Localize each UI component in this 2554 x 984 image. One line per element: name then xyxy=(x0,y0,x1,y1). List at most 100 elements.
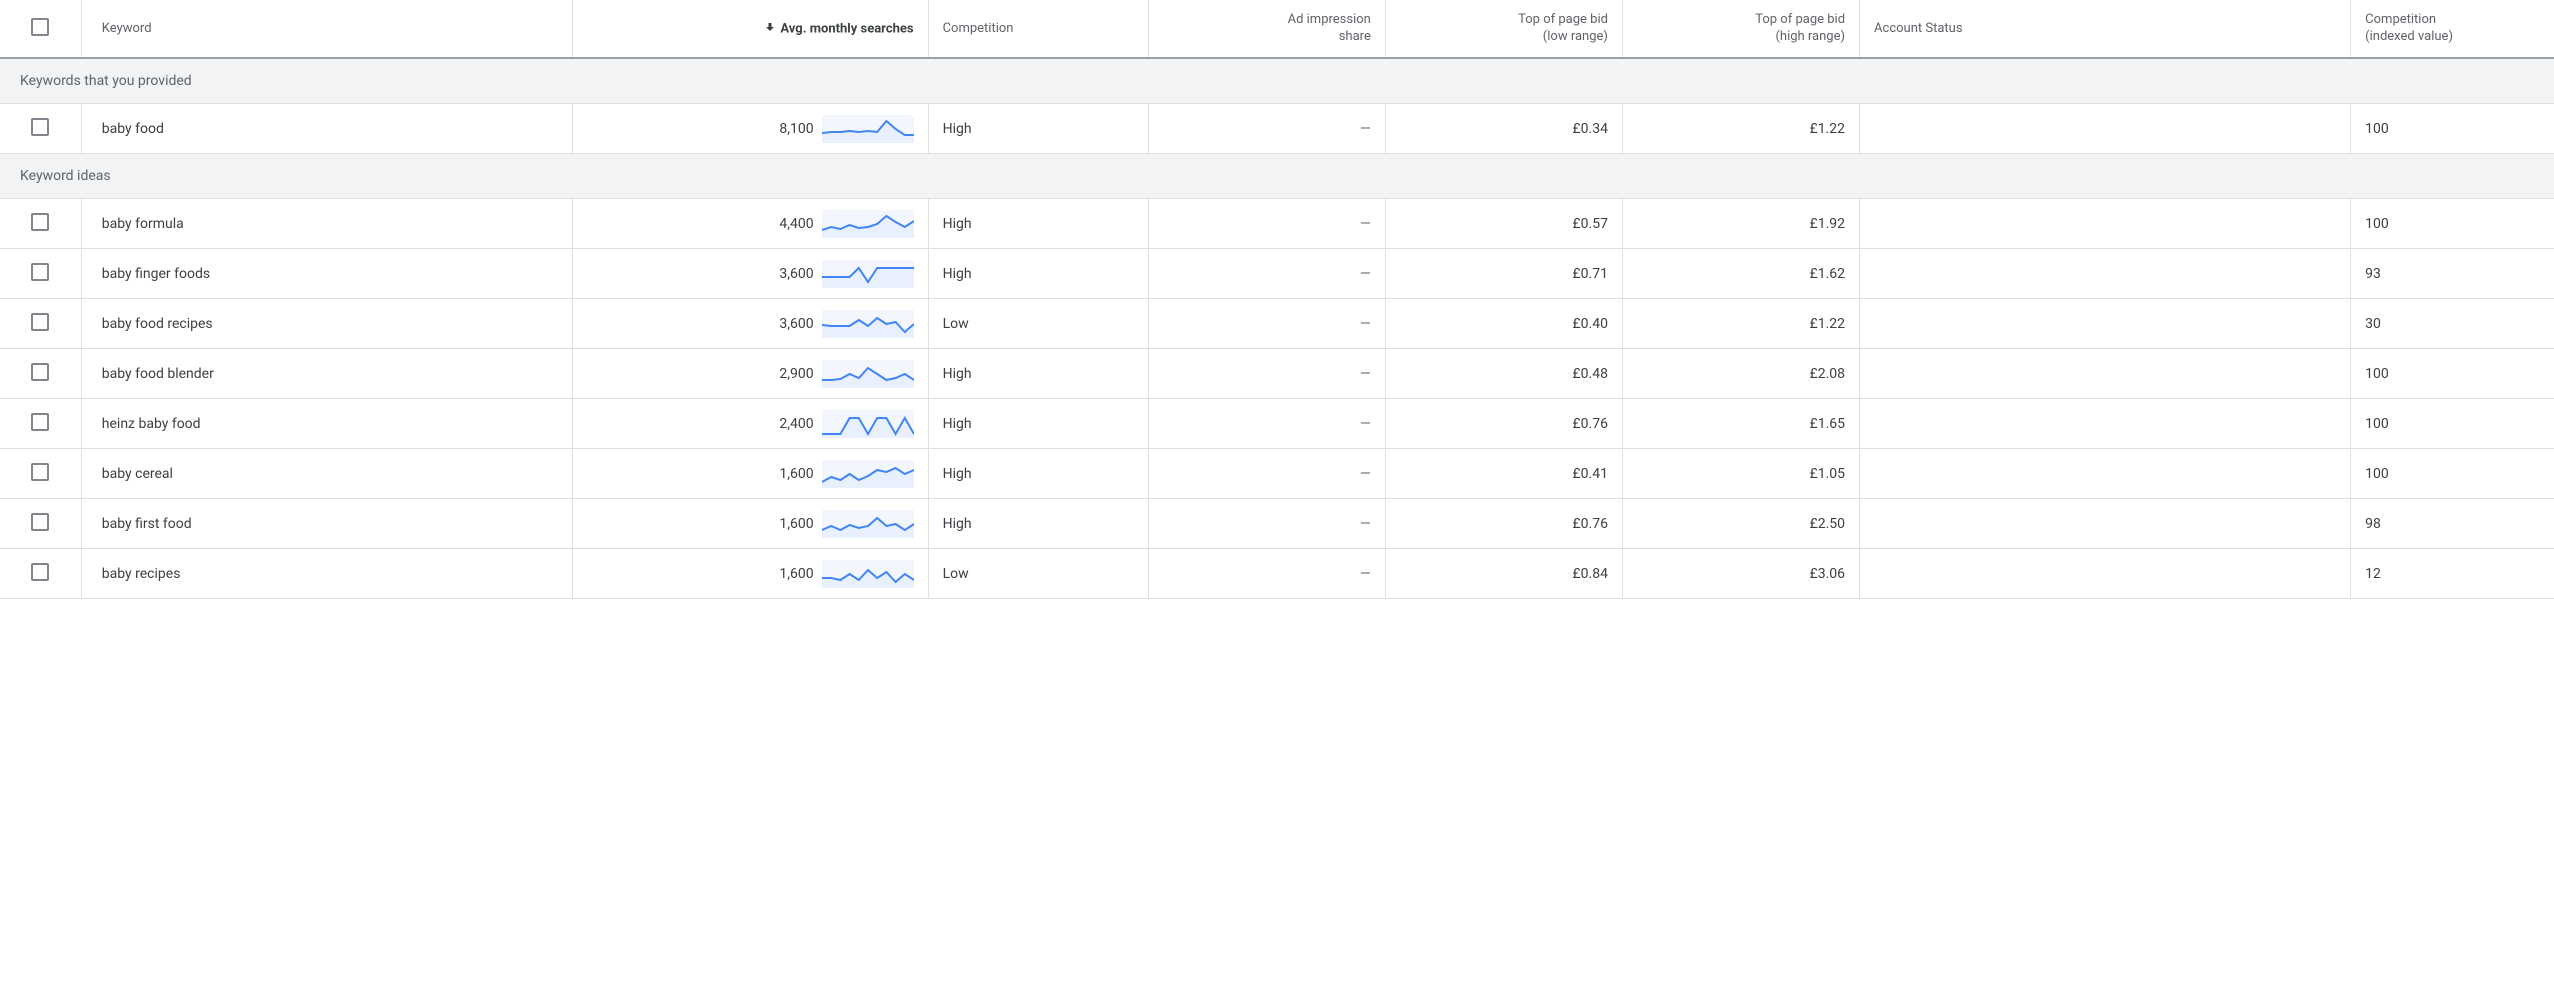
cell-impression: — xyxy=(1148,349,1385,399)
header-index-l1: Competition xyxy=(2365,12,2436,27)
header-status[interactable]: Account Status xyxy=(1860,0,2351,58)
cell-keyword: baby food blender xyxy=(81,349,572,399)
cell-status xyxy=(1860,499,2351,549)
keyword-text: baby formula xyxy=(102,216,184,232)
cell-competition: Low xyxy=(928,299,1148,349)
low-bid-value: £0.41 xyxy=(1573,466,1608,482)
low-bid-value: £0.76 xyxy=(1573,516,1608,532)
section-ideas: Keyword ideas xyxy=(0,154,2554,199)
header-keyword-label: Keyword xyxy=(102,21,152,36)
row-checkbox-cell xyxy=(0,499,81,549)
cell-high-bid: £2.50 xyxy=(1622,499,1859,549)
row-checkbox[interactable] xyxy=(31,263,49,281)
impression-value: — xyxy=(1360,566,1371,582)
row-checkbox[interactable] xyxy=(31,513,49,531)
row-checkbox[interactable] xyxy=(31,313,49,331)
cell-keyword: baby cereal xyxy=(81,449,572,499)
header-competition-label: Competition xyxy=(943,21,1014,36)
header-searches[interactable]: Avg. monthly searches xyxy=(572,0,928,58)
keyword-text: baby food xyxy=(102,121,164,137)
cell-index: 100 xyxy=(2351,199,2554,249)
keyword-text: baby finger foods xyxy=(102,266,210,282)
cell-status xyxy=(1860,104,2351,154)
cell-searches: 4,400 xyxy=(572,199,928,249)
cell-searches: 3,600 xyxy=(572,249,928,299)
sparkline-icon xyxy=(822,510,914,538)
row-checkbox[interactable] xyxy=(31,563,49,581)
cell-index: 12 xyxy=(2351,549,2554,599)
cell-high-bid: £1.22 xyxy=(1622,104,1859,154)
table-row[interactable]: baby cereal1,600High—£0.41£1.05100 xyxy=(0,449,2554,499)
low-bid-value: £0.84 xyxy=(1573,566,1608,582)
cell-impression: — xyxy=(1148,199,1385,249)
cell-index: 30 xyxy=(2351,299,2554,349)
index-value: 100 xyxy=(2365,121,2389,137)
cell-competition: High xyxy=(928,499,1148,549)
table-row[interactable]: baby formula 4,400 High —£0.57£1.92 100 xyxy=(0,199,2554,249)
cell-searches: 3,600 xyxy=(572,299,928,349)
keyword-text: baby food blender xyxy=(102,366,214,382)
cell-status xyxy=(1860,449,2351,499)
cell-searches: 1,600 xyxy=(572,499,928,549)
cell-low-bid: £0.57 xyxy=(1385,199,1622,249)
row-checkbox[interactable] xyxy=(31,363,49,381)
searches-value: 1,600 xyxy=(779,516,813,532)
row-checkbox-cell xyxy=(0,299,81,349)
cell-low-bid: £0.76 xyxy=(1385,399,1622,449)
header-high-bid[interactable]: Top of page bid (high range) xyxy=(1622,0,1859,58)
cell-high-bid: £3.06 xyxy=(1622,549,1859,599)
competition-value: High xyxy=(943,216,972,232)
cell-competition: High xyxy=(928,249,1148,299)
header-low-l2: (low range) xyxy=(1543,29,1608,44)
cell-keyword: heinz baby food xyxy=(81,399,572,449)
cell-low-bid: £0.41 xyxy=(1385,449,1622,499)
header-impression-l2: share xyxy=(1339,29,1371,44)
table-row[interactable]: baby finger foods3,600High—£0.71£1.6293 xyxy=(0,249,2554,299)
keyword-text: baby recipes xyxy=(102,566,181,582)
high-bid-value: £1.65 xyxy=(1810,416,1845,432)
row-checkbox[interactable] xyxy=(31,463,49,481)
row-checkbox-cell xyxy=(0,349,81,399)
row-checkbox-cell xyxy=(0,249,81,299)
low-bid-value: £0.48 xyxy=(1573,366,1608,382)
header-low-bid[interactable]: Top of page bid (low range) xyxy=(1385,0,1622,58)
table-row[interactable]: heinz baby food2,400High—£0.76£1.65100 xyxy=(0,399,2554,449)
impression-value: — xyxy=(1360,316,1371,332)
cell-status xyxy=(1860,299,2351,349)
cell-competition: High xyxy=(928,449,1148,499)
cell-low-bid: £0.71 xyxy=(1385,249,1622,299)
keyword-text: baby cereal xyxy=(102,466,173,482)
cell-searches: 1,600 xyxy=(572,549,928,599)
cell-searches: 2,400 xyxy=(572,399,928,449)
cell-competition: High xyxy=(928,104,1148,154)
searches-value: 8,100 xyxy=(779,121,813,137)
sparkline-icon xyxy=(822,460,914,488)
row-checkbox[interactable] xyxy=(31,413,49,431)
row-checkbox-cell xyxy=(0,199,81,249)
header-index[interactable]: Competition (indexed value) xyxy=(2351,0,2554,58)
header-impression[interactable]: Ad impression share xyxy=(1148,0,1385,58)
high-bid-value: £1.62 xyxy=(1810,266,1845,282)
cell-high-bid: £1.92 xyxy=(1622,199,1859,249)
header-keyword[interactable]: Keyword xyxy=(81,0,572,58)
searches-value: 1,600 xyxy=(779,566,813,582)
cell-keyword: baby recipes xyxy=(81,549,572,599)
table-row[interactable]: baby recipes1,600Low—£0.84£3.0612 xyxy=(0,549,2554,599)
header-competition[interactable]: Competition xyxy=(928,0,1148,58)
table-row[interactable]: baby food recipes3,600Low—£0.40£1.2230 xyxy=(0,299,2554,349)
sparkline-icon xyxy=(822,260,914,288)
row-checkbox[interactable] xyxy=(31,213,49,231)
impression-value: — xyxy=(1360,416,1371,432)
cell-status xyxy=(1860,349,2351,399)
select-all-checkbox[interactable] xyxy=(31,18,49,36)
header-low-l1: Top of page bid xyxy=(1518,12,1608,27)
cell-high-bid: £2.08 xyxy=(1622,349,1859,399)
row-checkbox-cell xyxy=(0,549,81,599)
cell-low-bid: £0.34 xyxy=(1385,104,1622,154)
cell-status xyxy=(1860,549,2351,599)
table-row[interactable]: baby food blender2,900High—£0.48£2.08100 xyxy=(0,349,2554,399)
table-row[interactable]: baby first food1,600High—£0.76£2.5098 xyxy=(0,499,2554,549)
header-impression-l1: Ad impression xyxy=(1288,12,1371,27)
row-checkbox[interactable] xyxy=(31,118,49,136)
table-row[interactable]: baby food8,100High—£0.34£1.22100 xyxy=(0,104,2554,154)
